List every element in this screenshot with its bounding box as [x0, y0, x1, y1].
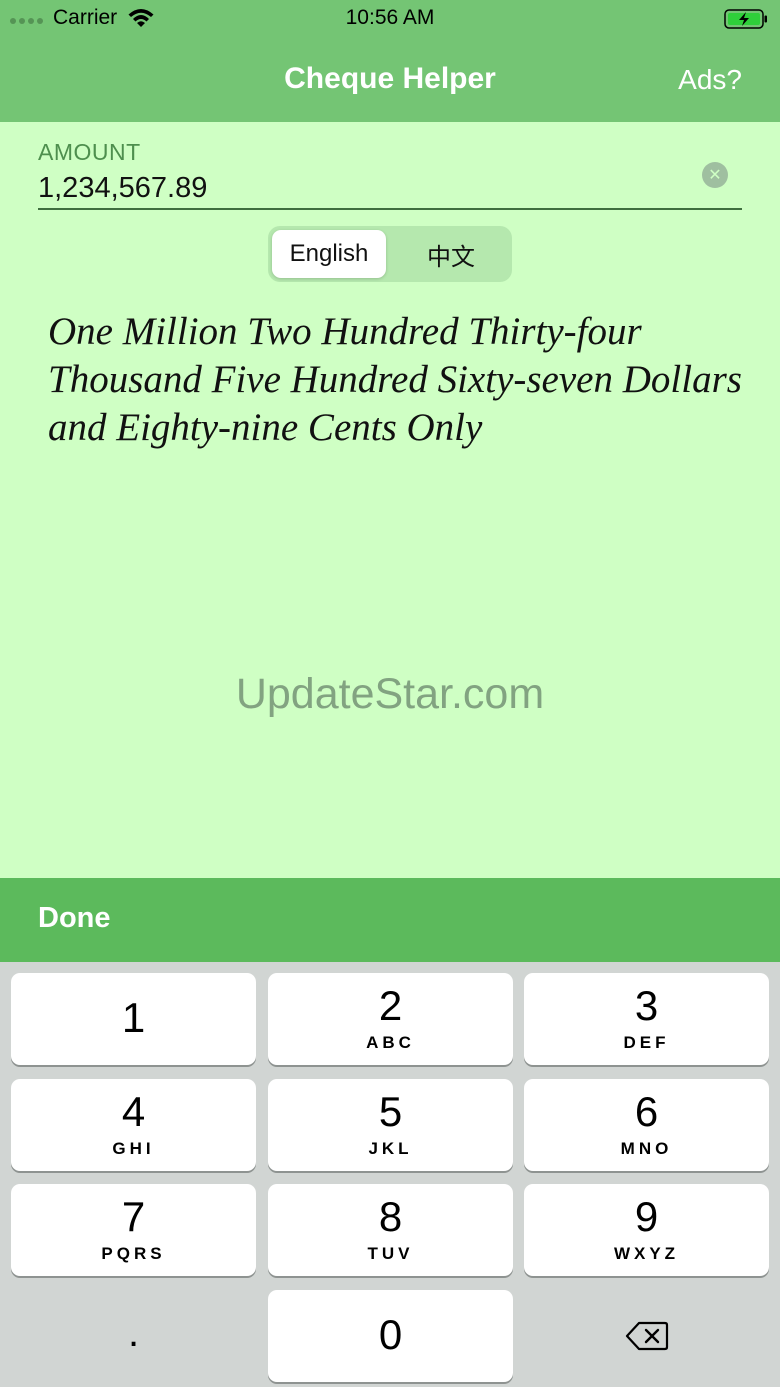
clear-icon[interactable]: ✕	[702, 162, 728, 188]
key-digit: 7	[121, 1193, 146, 1240]
keyboard-accessory-bar: Done	[0, 878, 780, 962]
key-5[interactable]: 5 JKL	[268, 1079, 513, 1171]
done-button[interactable]: Done	[38, 902, 111, 935]
key-letters: ABC	[366, 1033, 415, 1052]
key-0[interactable]: 0	[268, 1290, 513, 1382]
key-letters: DEF	[623, 1033, 670, 1052]
ads-button[interactable]: Ads?	[678, 64, 742, 96]
key-digit: 5	[378, 1088, 403, 1135]
key-letters: MNO	[620, 1139, 673, 1158]
amount-in-words: One Million Two Hundred Thirty-four Thou…	[48, 310, 742, 449]
key-digit: 2	[378, 982, 403, 1029]
key-6[interactable]: 6 MNO	[524, 1079, 769, 1171]
key-9[interactable]: 9 WXYZ	[524, 1184, 769, 1276]
key-1[interactable]: 1	[11, 973, 256, 1065]
battery-charging-icon	[724, 9, 767, 29]
key-letters: WXYZ	[613, 1244, 680, 1263]
page-title: Cheque Helper	[284, 62, 496, 95]
key-digit: 0	[378, 1311, 403, 1358]
amount-underline	[38, 208, 742, 210]
segment-english[interactable]: English	[272, 230, 386, 278]
backspace-icon	[625, 1321, 668, 1351]
segment-chinese[interactable]: 中文	[394, 230, 508, 278]
key-digit: 8	[378, 1193, 403, 1240]
key-digit: 3	[634, 982, 659, 1029]
navigation-bar: Cheque Helper Ads?	[0, 40, 780, 122]
number-pad: 1 2 ABC 3 DEF 4 GHI 5 JKL 6 MNO 7 PQRS 8…	[0, 962, 780, 1387]
key-3[interactable]: 3 DEF	[524, 973, 769, 1065]
key-4[interactable]: 4 GHI	[11, 1079, 256, 1171]
key-digit: 1	[121, 994, 146, 1041]
status-bar: Carrier 10:56 AM	[0, 0, 780, 40]
key-7[interactable]: 7 PQRS	[11, 1184, 256, 1276]
backspace-button[interactable]	[524, 1290, 769, 1382]
key-letters: PQRS	[101, 1244, 166, 1263]
amount-label: AMOUNT	[38, 139, 141, 165]
key-letters: TUV	[367, 1244, 414, 1263]
status-time: 10:56 AM	[345, 6, 435, 29]
amount-input[interactable]	[38, 170, 688, 206]
key-decimal-label: .	[127, 1311, 140, 1355]
key-digit: 4	[121, 1088, 146, 1135]
key-digit: 9	[634, 1193, 659, 1240]
key-2[interactable]: 2 ABC	[268, 973, 513, 1065]
key-8[interactable]: 8 TUV	[268, 1184, 513, 1276]
key-letters: GHI	[112, 1139, 155, 1158]
key-letters: JKL	[368, 1139, 413, 1158]
watermark: UpdateStar.com	[235, 670, 545, 718]
key-digit: 6	[634, 1088, 659, 1135]
key-decimal[interactable]: .	[11, 1290, 256, 1382]
language-segmented-control: English 中文	[268, 226, 512, 282]
